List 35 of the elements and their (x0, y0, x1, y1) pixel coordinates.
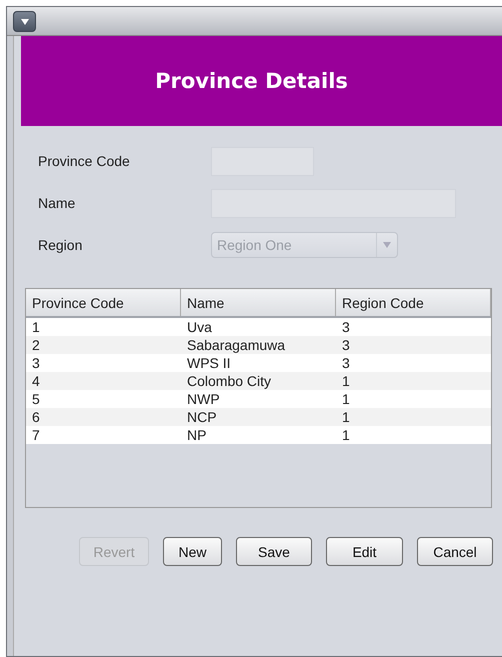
action-button[interactable]: Save (236, 537, 312, 566)
action-button[interactable]: Cancel (417, 537, 493, 566)
table-cell-text: WPS II (186, 354, 232, 372)
table-cell-text: NWP (186, 390, 221, 408)
column-header[interactable]: Name (181, 289, 336, 316)
caret-icon (20, 18, 30, 26)
table-cell-text: Sabaragamuwa (186, 336, 286, 354)
field-label: Name (38, 195, 76, 211)
table-cell-text: 6 (31, 408, 41, 426)
table-cell-text: 2 (31, 336, 41, 354)
table-cell-text: 3 (341, 354, 351, 372)
field-label: Region (38, 237, 84, 253)
action-button[interactable]: New (163, 537, 222, 566)
table-cell-text: 1 (31, 318, 41, 336)
field-label: Province Code (38, 153, 131, 169)
window-title: Province Details (155, 69, 348, 93)
table-cell-text: NP (186, 426, 208, 444)
action-button[interactable]: Edit (326, 537, 403, 566)
table-cell-text: 3 (341, 318, 351, 336)
table-cell-text: 3 (341, 336, 351, 354)
table-cell-text: 1 (341, 372, 351, 390)
window-menu-button[interactable] (13, 11, 36, 32)
table-cell-text: NCP (186, 408, 218, 426)
table-cell-text: 1 (341, 390, 351, 408)
table-cell-text: 1 (341, 408, 351, 426)
table-cell-text: 7 (31, 426, 41, 444)
table-cell-text: Colombo City (186, 372, 272, 390)
column-header[interactable]: Region Code (336, 289, 491, 316)
table-cell-text: 1 (341, 426, 351, 444)
dropdown-arrow-icon (383, 242, 391, 248)
table-cell-text: 5 (31, 390, 41, 408)
table-cell-text: 4 (31, 372, 41, 390)
table-cell-text: Uva (186, 318, 213, 336)
column-header[interactable]: Province Code (26, 289, 181, 316)
table-cell-text: 3 (31, 354, 41, 372)
